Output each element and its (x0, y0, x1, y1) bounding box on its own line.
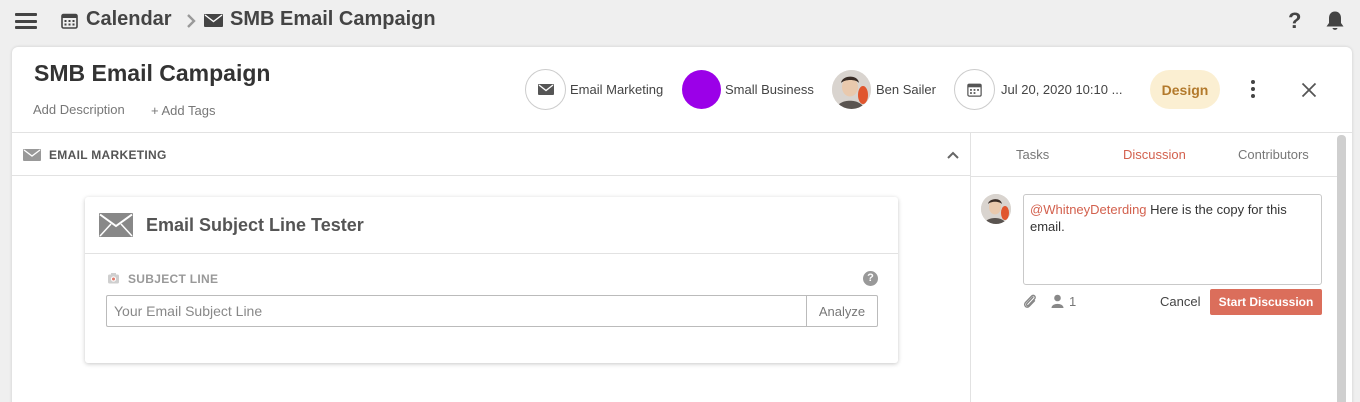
paperclip-icon[interactable] (1022, 293, 1038, 310)
subject-line-input[interactable] (106, 295, 807, 327)
add-description-link[interactable]: Add Description (33, 102, 125, 117)
date-label[interactable]: Jul 20, 2020 10:10 ... (1001, 82, 1122, 97)
avatar-photo (981, 194, 1011, 224)
top-bar: Calendar SMB Email Campaign ? (0, 0, 1360, 44)
segment-label[interactable]: Small Business (725, 82, 814, 97)
analyze-button[interactable]: Analyze (806, 295, 878, 327)
camera-icon (108, 273, 119, 284)
section-header[interactable]: EMAIL MARKETING (12, 133, 970, 176)
start-discussion-button[interactable]: Start Discussion (1210, 289, 1322, 315)
tab-tasks[interactable]: Tasks (1016, 147, 1049, 162)
scrollbar[interactable] (1337, 135, 1346, 402)
hamburger-icon[interactable] (15, 13, 37, 29)
subject-line-label: SUBJECT LINE (128, 272, 219, 286)
chevron-up-icon[interactable] (946, 150, 960, 160)
channel-chip[interactable] (525, 69, 566, 110)
breadcrumb-calendar[interactable]: Calendar (86, 8, 172, 31)
envelope-icon (23, 149, 41, 161)
channel-label[interactable]: Email Marketing (570, 82, 663, 97)
page-title[interactable]: SMB Email Campaign (34, 60, 270, 87)
more-options-icon[interactable] (1251, 80, 1257, 100)
envelope-icon (537, 84, 554, 95)
section-title: EMAIL MARKETING (49, 148, 167, 162)
add-tags-link[interactable]: + Add Tags (151, 103, 215, 118)
chevron-right-icon (187, 14, 196, 28)
avatar-photo (832, 70, 871, 109)
envelope-icon (99, 213, 133, 237)
close-icon[interactable] (1301, 82, 1317, 98)
pane-divider (970, 133, 971, 402)
help-icon[interactable]: ? (863, 271, 878, 286)
tester-header: Email Subject Line Tester (85, 197, 898, 254)
tab-contributors[interactable]: Contributors (1238, 147, 1309, 162)
campaign-card: SMB Email Campaign Add Description + Add… (12, 47, 1352, 402)
breadcrumb-current: SMB Email Campaign (230, 8, 436, 30)
user-avatar (981, 194, 1011, 224)
status-badge[interactable]: Design (1150, 70, 1220, 109)
owner-name[interactable]: Ben Sailer (876, 82, 936, 97)
tab-discussion[interactable]: Discussion (1123, 147, 1186, 162)
owner-avatar[interactable] (832, 70, 871, 109)
cancel-button[interactable]: Cancel (1160, 294, 1200, 309)
comment-textarea[interactable]: @WhitneyDeterding Here is the copy for t… (1023, 194, 1322, 285)
calendar-icon (61, 13, 78, 29)
subject-line-tester-panel: Email Subject Line Tester SUBJECT LINE ?… (85, 197, 898, 363)
tabs-divider (971, 176, 1337, 177)
bell-icon[interactable] (1325, 10, 1345, 32)
participant-count: 1 (1069, 294, 1077, 309)
envelope-icon (204, 14, 223, 27)
segment-color-dot[interactable] (682, 70, 721, 109)
mention-link[interactable]: @WhitneyDeterding (1030, 202, 1147, 217)
tester-title: Email Subject Line Tester (146, 215, 364, 235)
date-chip[interactable] (954, 69, 995, 110)
person-icon (1051, 294, 1064, 308)
question-icon[interactable]: ? (1288, 8, 1301, 34)
calendar-icon (967, 83, 982, 97)
